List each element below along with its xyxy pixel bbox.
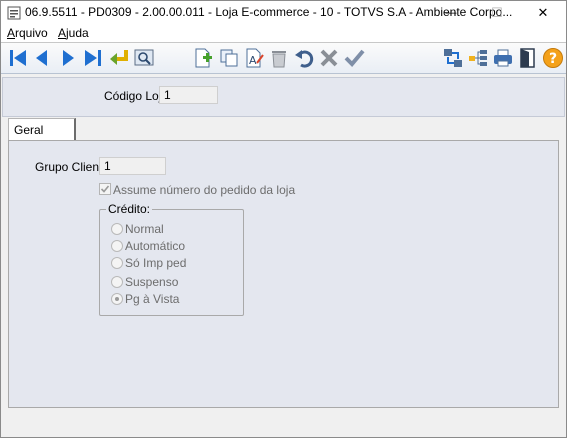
previous-record-icon	[36, 50, 47, 66]
tab-panel-geral	[8, 140, 559, 408]
undo-icon	[295, 50, 314, 68]
close-button[interactable]: ✕	[520, 1, 566, 24]
cancel-button[interactable]	[317, 46, 341, 70]
exit-button[interactable]	[516, 46, 540, 70]
print-icon	[494, 49, 512, 67]
undo-button[interactable]	[292, 46, 316, 70]
close-icon: ✕	[537, 4, 549, 20]
add-button[interactable]	[191, 46, 215, 70]
radio-so-imp-ped-label: Só Imp ped	[125, 256, 187, 270]
cancel-icon	[320, 49, 338, 67]
radio-normal-label: Normal	[125, 222, 164, 236]
grupo-cliente-field[interactable]	[99, 157, 166, 175]
title-bar: 06.9.5511 - PD0309 - 2.00.00.011 - Loja …	[1, 1, 566, 24]
menu-ajuda[interactable]: Ajuda	[58, 26, 89, 40]
assume-numero-label: Assume número do pedido da loja	[113, 183, 296, 197]
last-record-button[interactable]	[81, 46, 105, 70]
help-button[interactable]: ?	[541, 46, 565, 70]
tab-geral[interactable]: Geral	[8, 118, 76, 140]
copy-button[interactable]	[217, 46, 241, 70]
search-icon	[134, 49, 154, 66]
assume-numero-checkbox[interactable]	[99, 183, 111, 195]
radio-so-imp-ped-circle[interactable]	[111, 257, 123, 269]
credito-legend: Crédito:	[106, 202, 153, 216]
svg-text:?: ?	[549, 51, 557, 67]
add-icon	[195, 48, 212, 68]
save-icon	[344, 49, 365, 67]
status-bar	[1, 415, 566, 437]
menu-bar: Arquivo Ajuda	[1, 24, 566, 42]
minimize-icon: —	[445, 6, 457, 19]
navigate-button[interactable]	[441, 46, 465, 70]
search-button[interactable]	[132, 46, 156, 70]
save-button[interactable]	[342, 46, 366, 70]
copy-icon	[220, 49, 238, 67]
maximize-button[interactable]: ☐	[474, 1, 520, 24]
first-record-icon	[10, 50, 26, 66]
radio-suspenso-label: Suspenso	[125, 275, 179, 289]
previous-record-button[interactable]	[30, 46, 54, 70]
go-to-icon	[110, 50, 128, 65]
delete-icon	[272, 51, 286, 68]
exit-icon	[520, 48, 535, 68]
radio-pg-a-vista-label: Pg à Vista	[125, 292, 180, 306]
codigo-loja-field[interactable]	[159, 86, 218, 104]
print-button[interactable]	[491, 46, 515, 70]
tab-geral-label: Geral	[14, 123, 44, 137]
header-panel	[2, 77, 565, 117]
minimize-button[interactable]: —	[428, 1, 474, 24]
app-icon	[7, 6, 21, 20]
edit-icon: A	[246, 48, 264, 68]
delete-button[interactable]	[267, 46, 291, 70]
toolbar: A ?	[1, 42, 566, 74]
go-to-button[interactable]	[107, 46, 131, 70]
help-icon: ?	[543, 48, 563, 68]
radio-automatico-label: Automático	[125, 239, 186, 253]
checkmark-icon	[100, 185, 110, 193]
menu-arquivo[interactable]: Arquivo	[7, 26, 48, 40]
edit-button[interactable]: A	[242, 46, 266, 70]
next-record-icon	[63, 50, 74, 66]
radio-normal-circle[interactable]	[111, 223, 123, 235]
first-record-button[interactable]	[6, 46, 30, 70]
tree-icon	[469, 50, 487, 66]
radio-pg-a-vista-circle[interactable]	[111, 293, 123, 305]
last-record-icon	[85, 50, 101, 66]
radio-automatico-circle[interactable]	[111, 240, 123, 252]
navigate-icon	[444, 49, 462, 67]
radio-suspenso-circle[interactable]	[111, 276, 123, 288]
maximize-icon: ☐	[491, 4, 503, 20]
application-window: 06.9.5511 - PD0309 - 2.00.00.011 - Loja …	[0, 0, 567, 438]
next-record-button[interactable]	[56, 46, 80, 70]
svg-text:A: A	[249, 54, 257, 67]
tree-button[interactable]	[466, 46, 490, 70]
